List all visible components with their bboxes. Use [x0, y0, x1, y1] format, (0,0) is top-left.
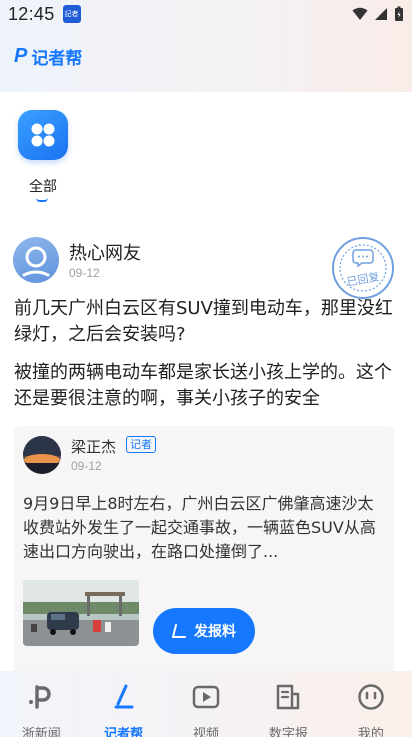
p-logo-icon: [29, 685, 51, 709]
brand-mark: P: [14, 45, 28, 67]
top-header-area: 12:45 記者 P 记者帮: [0, 0, 412, 92]
reporter-reply-card[interactable]: 梁正杰 记者 09-12 9月9日早上8时左右，广州白云区广佛肇高速沙太收费站外…: [14, 426, 394, 676]
accident-photo[interactable]: [23, 580, 139, 646]
newspaper-icon: [277, 684, 300, 710]
user-name[interactable]: 热心网友: [69, 239, 141, 265]
status-bar: 12:45 記者: [0, 0, 412, 28]
signal-icon: [375, 8, 387, 20]
reply-text[interactable]: 9月9日早上8时左右，广州白云区广佛肇高速沙太收费站外发生了一起交通事故，一辆蓝…: [23, 492, 383, 564]
category-selected-indicator: [36, 198, 48, 202]
replied-stamp: 已回复: [331, 236, 395, 300]
submit-tip-label: 发报料: [194, 624, 236, 640]
tab-label: 视频: [193, 727, 220, 737]
tab-label: 记者帮: [104, 727, 144, 737]
status-time: 12:45: [8, 3, 55, 24]
post-question[interactable]: 前几天广州白云区有SUV撞到电动车，那里没红绿灯，之后会安装吗?: [14, 296, 398, 348]
brand-name: 记者帮: [31, 49, 83, 69]
tab-label: 浙新闻: [21, 727, 61, 737]
tab-label: 数字报: [268, 727, 308, 737]
reporter-avatar[interactable]: [23, 436, 61, 474]
tab-news[interactable]: 浙新闻: [0, 671, 82, 737]
battery-icon: [395, 6, 403, 21]
slash-pen-icon: [114, 684, 134, 709]
reporter-badge: 记者: [126, 436, 156, 453]
category-all[interactable]: 全部: [18, 110, 70, 202]
status-icons: [352, 6, 404, 22]
tab-reporter-help[interactable]: 记者帮: [82, 671, 164, 737]
face-icon: [358, 684, 384, 710]
user-avatar[interactable]: [13, 237, 59, 283]
category-label: 全部: [29, 179, 57, 195]
tab-video[interactable]: 视频: [165, 671, 247, 737]
wifi-icon: [352, 7, 368, 20]
pen-icon: [172, 624, 186, 638]
app-notification-icon: 記者: [62, 5, 81, 23]
tab-digital-paper[interactable]: 数字报: [247, 671, 329, 737]
play-icon: [192, 685, 220, 709]
tab-label: 我的: [357, 727, 384, 737]
bottom-tab-bar: 浙新闻 记者帮 视频 数字报 我的: [0, 671, 412, 737]
submit-tip-button[interactable]: 发报料: [153, 608, 255, 654]
reply-date: 09-12: [71, 459, 102, 473]
brand-logo: P 记者帮: [14, 44, 82, 69]
post-detail[interactable]: 被撞的两辆电动车都是家长送小孩上学的。这个还是要很注意的啊，事关小孩子的安全: [14, 360, 398, 412]
post-date: 09-12: [69, 266, 100, 280]
grid-icon: [18, 110, 68, 160]
tab-profile[interactable]: 我的: [330, 671, 412, 737]
reporter-name[interactable]: 梁正杰: [71, 436, 116, 457]
